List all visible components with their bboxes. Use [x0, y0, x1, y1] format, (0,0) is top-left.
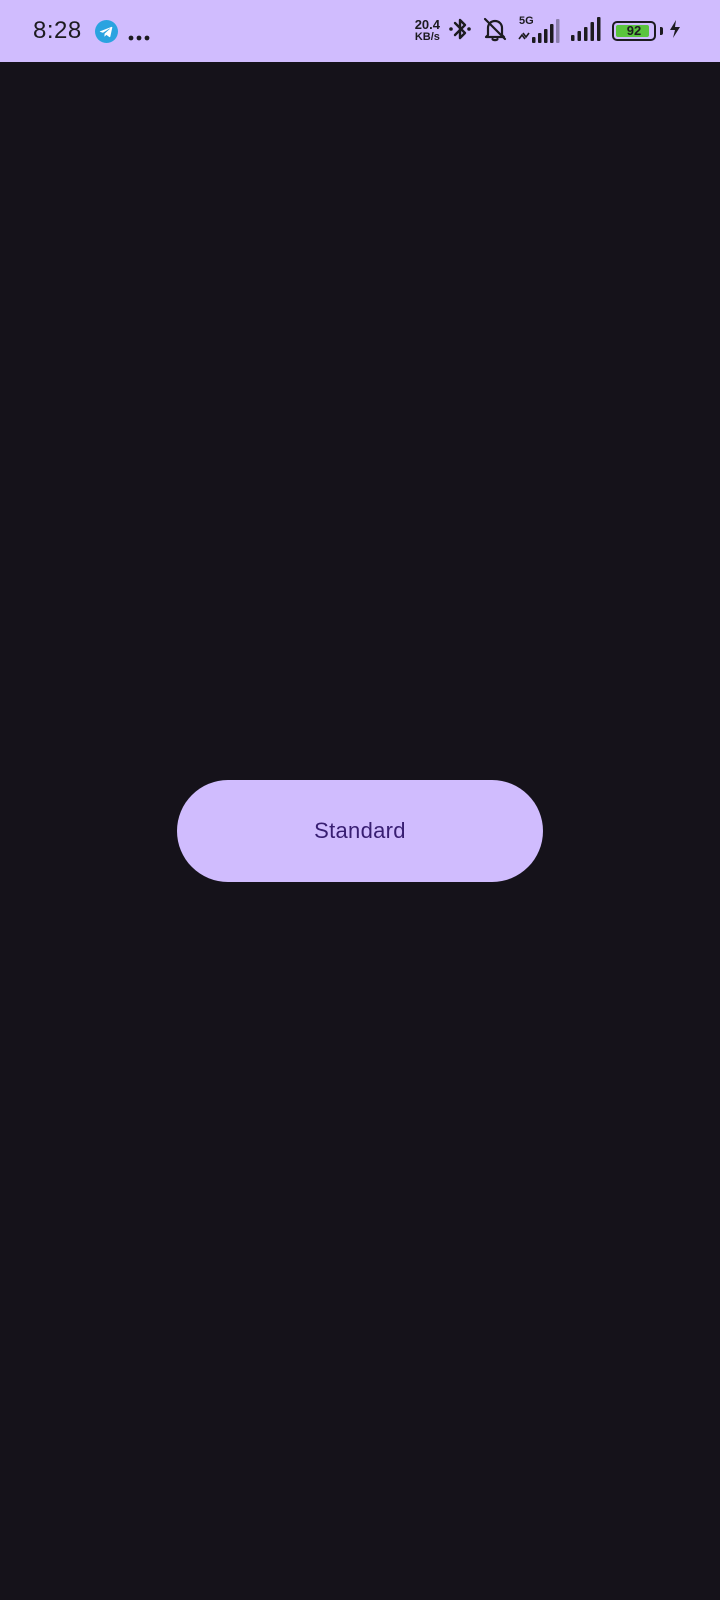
clock: 8:28 — [33, 17, 82, 44]
signal-icon — [570, 16, 602, 46]
main-content: Standard — [0, 62, 720, 1600]
network-speed-value: 20.4 — [414, 17, 440, 32]
network-speed: 20.4 KB/s — [414, 17, 440, 43]
bluetooth-icon — [448, 16, 472, 47]
network-speed-unit: KB/s — [414, 31, 440, 43]
signal-5g-icon: 5G — [518, 15, 560, 45]
bell-off-icon — [482, 16, 508, 47]
telegram-icon — [94, 19, 118, 43]
status-right: 20.4 KB/s 5G 92 — [415, 0, 682, 62]
status-bar: 8:28 20.4 KB/s 5G 92 — [0, 0, 720, 62]
more-icon — [128, 28, 150, 41]
status-left: 8:28 — [33, 0, 150, 62]
battery-level: 92 — [626, 23, 642, 38]
battery-icon: 92 — [612, 21, 656, 41]
battery-nub — [660, 27, 663, 35]
charging-icon — [668, 19, 682, 44]
standard-button[interactable]: Standard — [177, 780, 543, 882]
